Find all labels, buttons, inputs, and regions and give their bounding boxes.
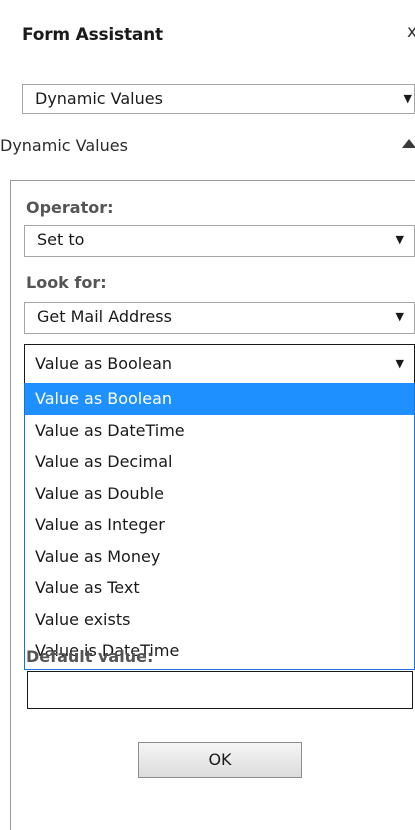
operator-label: Operator: (26, 198, 114, 217)
dropdown-option[interactable]: Value as Decimal (25, 446, 414, 478)
operator-select-value: Set to (37, 230, 85, 249)
dropdown-option[interactable]: Value as Money (25, 541, 414, 573)
close-icon[interactable]: x (407, 22, 415, 42)
chevron-down-icon: ▼ (395, 310, 404, 323)
default-value-input[interactable] (27, 671, 413, 709)
section-header[interactable]: Dynamic Values (0, 136, 128, 155)
chevron-down-icon: ▼ (395, 357, 404, 370)
lookfor-select[interactable]: Get Mail Address ▼ (24, 302, 415, 334)
dropdown-option[interactable]: Value as Double (25, 478, 414, 510)
dropdown-option[interactable]: Value as Integer (25, 509, 414, 541)
dropdown-option[interactable]: Value as Text (25, 572, 414, 604)
form-type-select-value: Dynamic Values (35, 89, 163, 108)
chevron-up-icon[interactable] (402, 139, 415, 148)
chevron-down-icon: ▼ (395, 233, 404, 246)
value-type-select[interactable]: Value as Boolean ▼ (24, 344, 415, 384)
chevron-down-icon: ▼ (403, 92, 412, 105)
value-type-dropdown-list: Value as Boolean Value as DateTime Value… (24, 383, 415, 670)
ok-button[interactable]: OK (138, 742, 302, 778)
lookfor-select-value: Get Mail Address (37, 307, 172, 326)
form-type-select[interactable]: Dynamic Values ▼ (22, 84, 415, 114)
panel-title: Form Assistant (22, 25, 163, 45)
dropdown-option[interactable]: Value as DateTime (25, 415, 414, 447)
dropdown-option[interactable]: Value as Boolean (25, 383, 414, 415)
dropdown-option[interactable]: Value exists (25, 604, 414, 636)
default-value-label: Default value: (26, 647, 154, 666)
form-assistant-panel: Form Assistant x Dynamic Values ▼ Dynami… (0, 0, 415, 830)
operator-select[interactable]: Set to ▼ (24, 225, 415, 257)
lookfor-label: Look for: (26, 273, 107, 292)
value-type-select-value: Value as Boolean (35, 354, 173, 373)
